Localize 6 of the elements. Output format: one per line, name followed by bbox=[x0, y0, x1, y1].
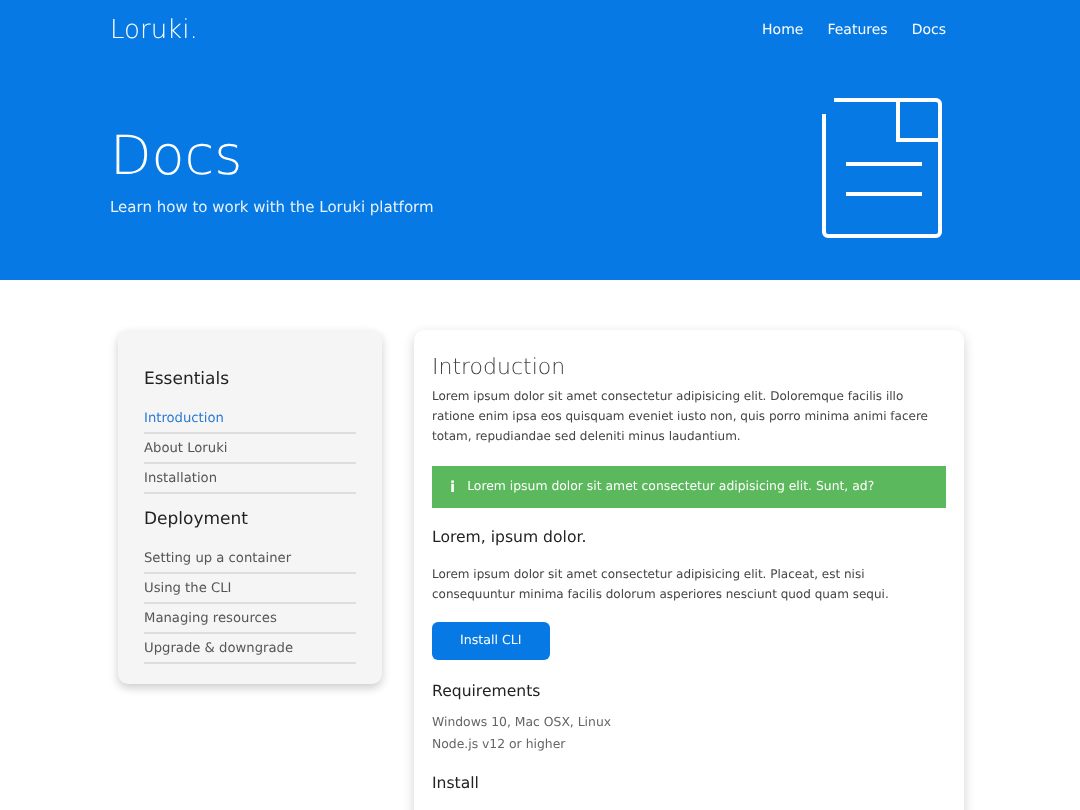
article-title: Introduction bbox=[432, 354, 568, 380]
brand-logo[interactable]: Loruki. bbox=[110, 15, 198, 45]
sidebar-heading: Deployment bbox=[144, 510, 250, 530]
document-icon bbox=[818, 96, 946, 240]
page-title: Docs bbox=[110, 127, 245, 187]
sidebar-heading: Essentials bbox=[144, 370, 232, 390]
